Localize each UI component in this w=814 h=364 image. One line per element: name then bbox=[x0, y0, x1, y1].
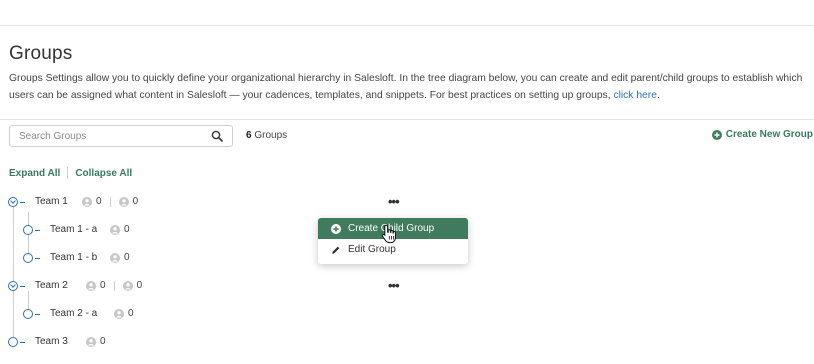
tree-stub bbox=[35, 230, 40, 231]
tree-node-team-2-a bbox=[23, 309, 33, 319]
edit-group-label: Edit Group bbox=[348, 244, 396, 255]
group-count-label: Groups bbox=[251, 130, 288, 141]
user-count: 0 bbox=[124, 252, 130, 263]
create-new-group-label: Create New Group bbox=[725, 129, 813, 140]
tree-stub bbox=[20, 202, 25, 203]
expand-collapse-divider bbox=[67, 167, 69, 179]
group-stats-team-1-a: 0 bbox=[110, 224, 130, 235]
plus-circle-icon bbox=[711, 129, 722, 140]
tree-stub bbox=[35, 258, 40, 259]
group-name-team-2-a[interactable]: Team 2 - a bbox=[50, 308, 97, 319]
group-stats-team-1: 0 0 bbox=[82, 196, 138, 207]
best-practices-link[interactable]: click here bbox=[613, 90, 657, 101]
user-icon bbox=[118, 196, 129, 207]
group-name-team-3[interactable]: Team 3 bbox=[35, 336, 68, 347]
user-count: 0 bbox=[100, 280, 106, 291]
tree-stub bbox=[20, 286, 25, 287]
user-count: 0 bbox=[124, 224, 130, 235]
group-stats-team-2: 0 0 bbox=[86, 280, 142, 291]
pencil-icon bbox=[332, 246, 340, 254]
page-description: Groups Settings allow you to quickly def… bbox=[9, 70, 814, 104]
tree-node-team-1-a bbox=[23, 225, 33, 235]
collapse-toggle-team-1[interactable] bbox=[8, 197, 18, 207]
tree-node-team-3 bbox=[8, 337, 18, 347]
search-box bbox=[9, 125, 233, 147]
user-icon bbox=[122, 280, 133, 291]
expand-collapse-controls: Expand All Collapse All bbox=[9, 167, 132, 179]
collapse-all-link[interactable]: Collapse All bbox=[75, 168, 132, 179]
child-count: 0 bbox=[136, 280, 143, 291]
user-count: 0 bbox=[96, 196, 102, 207]
group-name-team-1-b[interactable]: Team 1 - b bbox=[50, 252, 97, 263]
user-count: 0 bbox=[128, 308, 134, 319]
tree-stub bbox=[20, 342, 25, 343]
group-stats-team-1-b: 0 bbox=[110, 252, 130, 263]
hand-cursor-icon bbox=[381, 224, 396, 244]
expand-all-link[interactable]: Expand All bbox=[9, 168, 60, 179]
tree-trunk-line bbox=[13, 207, 14, 337]
more-options-icon[interactable]: ••• bbox=[388, 279, 400, 292]
group-stats-team-2-a: 0 bbox=[114, 308, 134, 319]
search-icon[interactable] bbox=[211, 130, 223, 142]
collapse-toggle-team-2[interactable] bbox=[8, 281, 18, 291]
user-icon bbox=[86, 280, 96, 291]
child-count: 0 bbox=[132, 196, 139, 207]
more-options-icon[interactable]: ••• bbox=[388, 195, 400, 208]
stat-divider bbox=[109, 196, 111, 207]
user-icon bbox=[114, 308, 124, 319]
description-end: . bbox=[656, 90, 660, 101]
description-text: Groups Settings allow you to quickly def… bbox=[9, 73, 803, 101]
plus-circle-icon bbox=[331, 223, 341, 234]
user-icon bbox=[110, 224, 120, 235]
group-name-team-1[interactable]: Team 1 bbox=[35, 196, 68, 207]
group-name-team-1-a[interactable]: Team 1 - a bbox=[50, 224, 97, 235]
group-stats-team-3: 0 bbox=[86, 336, 106, 347]
stat-divider bbox=[113, 280, 115, 291]
group-name-team-2[interactable]: Team 2 bbox=[35, 280, 68, 291]
user-icon bbox=[86, 336, 96, 347]
search-input[interactable] bbox=[10, 126, 209, 146]
tree-branch-line-team-1 bbox=[28, 212, 29, 258]
tree-stub bbox=[35, 314, 40, 315]
page-title: Groups bbox=[9, 43, 73, 64]
user-count: 0 bbox=[100, 336, 106, 347]
section-divider bbox=[0, 119, 814, 120]
user-icon bbox=[110, 252, 120, 263]
group-count: 6 Groups bbox=[246, 130, 287, 141]
tree-node-team-1-b bbox=[23, 253, 33, 263]
create-new-group-button[interactable]: Create New Group bbox=[711, 129, 813, 140]
user-icon bbox=[82, 196, 92, 207]
top-divider bbox=[0, 25, 814, 26]
